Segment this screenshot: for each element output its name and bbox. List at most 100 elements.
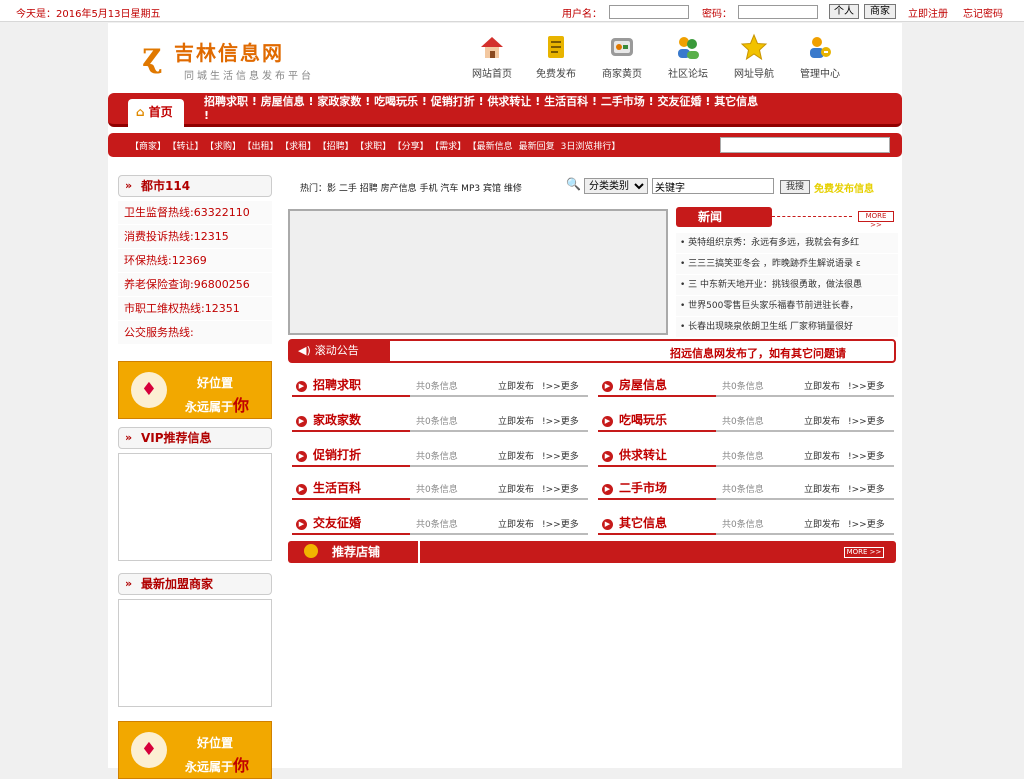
category-count: 共0条信息 <box>722 485 764 495</box>
subnav-link-purchase[interactable]: 【求购】 <box>210 142 242 152</box>
category-name[interactable]: ▶ 吃喝玩乐 <box>602 411 667 428</box>
category-more-link[interactable]: !>>更多 <box>848 414 885 427</box>
hotline-item: 消费投诉热线:12315 <box>118 225 272 249</box>
category-more-link[interactable]: !>>更多 <box>848 379 885 392</box>
category-name[interactable]: ▶ 生活百科 <box>296 479 361 496</box>
arrow-circle-icon: ▶ <box>602 416 613 427</box>
category-more-link[interactable]: !>>更多 <box>542 379 579 392</box>
category-publish-link[interactable]: 立即发布 <box>804 379 840 392</box>
login-personal-button[interactable]: 个人 <box>829 4 859 19</box>
category-more-link[interactable]: !>>更多 <box>542 449 579 462</box>
category-name[interactable]: ▶ 供求转让 <box>602 446 667 463</box>
site-logo[interactable]: ɀ 吉林信息网 同城生活信息发布平台 <box>114 31 314 83</box>
nav-admin[interactable]: 管理中心 <box>790 29 850 85</box>
category-publish-link[interactable]: 立即发布 <box>498 449 534 462</box>
ad-banner[interactable]: ♦ 好位置 永远属于你 <box>118 361 272 419</box>
menu-item-jobs[interactable]: 招聘求职 <box>204 95 248 108</box>
arrow-circle-icon: ▶ <box>296 451 307 462</box>
divider <box>772 216 852 217</box>
subnav-link-latest[interactable]: 【最新信息 <box>472 142 513 152</box>
category-name[interactable]: ▶ 招聘求职 <box>296 376 361 393</box>
subnav-link-job-seek[interactable]: 【求职】 <box>360 142 392 152</box>
nav-free-post[interactable]: 免费发布 <box>526 29 586 85</box>
category-name[interactable]: ▶ 二手市场 <box>602 479 667 496</box>
category-publish-link[interactable]: 立即发布 <box>498 482 534 495</box>
category-name[interactable]: ▶ 家政家数 <box>296 411 361 428</box>
password-input[interactable] <box>738 5 818 19</box>
menu-item-housekeeping[interactable]: 家政家数 <box>317 95 361 108</box>
document-icon <box>548 36 564 58</box>
menu-items: 招聘求职 ! 房屋信息 ! 家政家数 ! 吃喝玩乐 ! 促销打折 ! 供求转让 … <box>204 95 759 122</box>
subnav-link-share[interactable]: 【分享】 <box>397 142 429 152</box>
category-select[interactable]: 分类类别 <box>584 178 648 194</box>
news-item[interactable]: • 英特组织京秀：永远有多远，我就会有多红 <box>676 233 898 254</box>
menu-item-dating[interactable]: 交友征婚 <box>658 95 702 108</box>
category-more-link[interactable]: !>>更多 <box>848 449 885 462</box>
category-publish-link[interactable]: 立即发布 <box>804 414 840 427</box>
category-publish-link[interactable]: 立即发布 <box>804 517 840 530</box>
scroll-notice-text[interactable]: 招远信息网发布了，如有其它问题请 <box>670 345 846 361</box>
menu-home[interactable]: ⌂ 首页 <box>128 99 184 127</box>
divider <box>410 395 588 397</box>
news-more-button[interactable]: MORE >> <box>858 211 894 229</box>
news-item[interactable]: • 三三三搞笑亚冬会 ，昨晚跡乔生解说语录 ɛ <box>676 254 898 275</box>
category-name[interactable]: ▶ 促销打折 <box>296 446 361 463</box>
arrow-circle-icon: ▶ <box>296 519 307 530</box>
keyword-input[interactable] <box>652 178 774 194</box>
subnav-input[interactable] <box>720 137 890 153</box>
news-item-title: 世界500零售巨头家乐福春节前进驻长春， <box>688 301 859 311</box>
category-name[interactable]: ▶ 其它信息 <box>602 514 667 531</box>
hot-words[interactable]: 影 二手 招聘 房产信息 手机 汽车 MP3 宾馆 维修 <box>327 184 522 194</box>
category-name[interactable]: ▶ 交友征婚 <box>296 514 361 531</box>
category-more-link[interactable]: !>>更多 <box>848 482 885 495</box>
nav-yellow-pages[interactable]: 商家黄页 <box>592 29 652 85</box>
login-merchant-button[interactable]: 商家 <box>864 4 896 19</box>
category-name[interactable]: ▶ 房屋信息 <box>602 376 667 393</box>
menu-item-food-fun[interactable]: 吃喝玩乐 <box>374 95 418 108</box>
subnav-link-hiring[interactable]: 【招聘】 <box>322 142 354 152</box>
menu-item-other[interactable]: 其它信息 <box>714 95 758 108</box>
search-button[interactable]: 我搜 <box>780 180 810 194</box>
subnav-link-needs[interactable]: 【需求】 <box>435 142 467 152</box>
menu-item-housing[interactable]: 房屋信息 <box>261 95 305 108</box>
menu-item-second-hand[interactable]: 二手市场 <box>601 95 645 108</box>
category-more-link[interactable]: !>>更多 <box>848 517 885 530</box>
hotline-item: 养老保险查询:96800256 <box>118 273 272 297</box>
subnav-link-replies[interactable]: 最新回复 <box>519 142 555 152</box>
category-publish-link[interactable]: 立即发布 <box>498 517 534 530</box>
category-publish-link[interactable]: 立即发布 <box>498 379 534 392</box>
vip-title: VIP推荐信息 <box>141 431 212 445</box>
divider <box>292 533 410 535</box>
nav-forum[interactable]: 社区论坛 <box>658 29 718 85</box>
news-item[interactable]: • 三 中东新天地开业：挑钱很勇敢，做法很愚 <box>676 275 898 296</box>
category-more-link[interactable]: !>>更多 <box>542 414 579 427</box>
subnav-link-transfer[interactable]: 【转让】 <box>172 142 204 152</box>
category-more-link[interactable]: !>>更多 <box>542 517 579 530</box>
current-date: 今天是：2016年5月13日星期五 <box>16 9 161 20</box>
category-publish-link[interactable]: 立即发布 <box>498 414 534 427</box>
free-post-link[interactable]: 免费发布信息 <box>814 180 874 195</box>
category-more-link[interactable]: !>>更多 <box>542 482 579 495</box>
menu-item-supply-demand[interactable]: 供求转让 <box>487 95 531 108</box>
forgot-password-link[interactable]: 忘记密码 <box>963 5 1003 20</box>
scroll-notice: ◀) 滚动公告 招远信息网发布了，如有其它问题请 <box>288 339 896 363</box>
category-publish-link[interactable]: 立即发布 <box>804 449 840 462</box>
shops-more-button[interactable]: MORE >> <box>844 547 884 558</box>
ad-banner[interactable]: ♦ 好位置 永远属于你 <box>118 721 272 779</box>
subnav-link-merchant[interactable]: 【商家】 <box>130 142 166 152</box>
nav-directory[interactable]: 网址导航 <box>724 29 784 85</box>
username-input[interactable] <box>609 5 689 19</box>
subnav-link-rent-out[interactable]: 【出租】 <box>247 142 279 152</box>
category-publish-link[interactable]: 立即发布 <box>804 482 840 495</box>
flash-banner[interactable] <box>288 209 668 335</box>
menu-item-life[interactable]: 生活百科 <box>544 95 588 108</box>
nav-home[interactable]: 网站首页 <box>462 29 522 85</box>
register-link[interactable]: 立即注册 <box>908 5 948 20</box>
subnav-link-rent-seek[interactable]: 【求租】 <box>285 142 317 152</box>
menu-item-promotions[interactable]: 促销打折 <box>431 95 475 108</box>
ad-line1: 好位置 <box>197 736 234 750</box>
subnav-link-ranking[interactable]: 3日浏览排行】 <box>561 142 621 152</box>
news-item[interactable]: • 长春出现晓泉依朗卫生纸 厂家称销量很好 <box>676 317 898 338</box>
news-item[interactable]: • 世界500零售巨头家乐福春节前进驻长春， <box>676 296 898 317</box>
category-label: 家政家数 <box>313 413 362 427</box>
